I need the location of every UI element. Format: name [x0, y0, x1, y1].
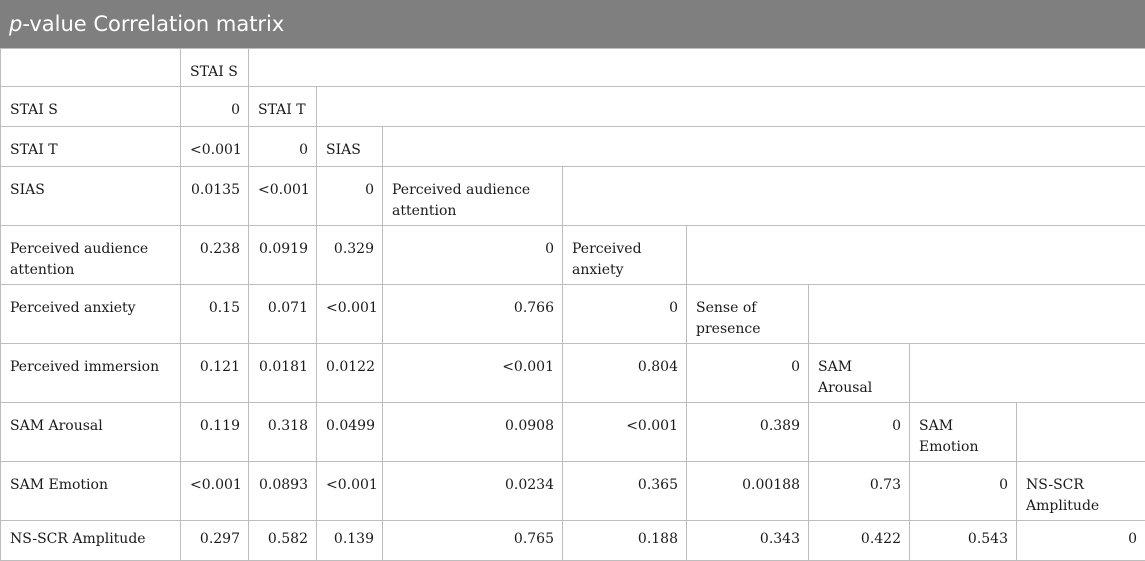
row-label: STAI T: [1, 127, 181, 167]
p-value-cell: 0.422: [809, 521, 910, 561]
p-value-cell: 0.0181: [249, 344, 317, 403]
p-value-cell: <0.001: [181, 462, 249, 521]
p-value-cell: 0: [910, 462, 1017, 521]
table-row: SIAS0.0135<0.0010Perceived audience atte…: [1, 167, 1145, 226]
p-value-cell: 0: [687, 344, 809, 403]
p-value-cell: <0.001: [249, 167, 317, 226]
p-value-cell: 0.071: [249, 285, 317, 344]
p-value-cell: 0: [317, 167, 383, 226]
empty-cell: [249, 49, 1145, 87]
p-value-cell: 0.0893: [249, 462, 317, 521]
table-cell: [1, 49, 181, 87]
p-value-cell: 0.543: [910, 521, 1017, 561]
p-value-cell: 0.188: [563, 521, 687, 561]
p-value-cell: 0.318: [249, 403, 317, 462]
table-row: STAI T<0.0010SIAS: [1, 127, 1145, 167]
p-value-cell: 0.297: [181, 521, 249, 561]
empty-cell: [1017, 403, 1145, 462]
p-value-cell: 0.389: [687, 403, 809, 462]
table-row: STAI S0STAI T: [1, 87, 1145, 127]
diagonal-column-header: SAM Emotion: [910, 403, 1017, 462]
empty-cell: [563, 167, 1145, 226]
p-value-cell: 0: [383, 226, 563, 285]
diagonal-column-header: SAM Arousal: [809, 344, 910, 403]
row-label: Perceived anxiety: [1, 285, 181, 344]
p-value-cell: <0.001: [563, 403, 687, 462]
table-title: p-value Correlation matrix: [0, 0, 1145, 48]
diagonal-column-header: STAI T: [249, 87, 317, 127]
p-value-cell: 0: [563, 285, 687, 344]
p-value-cell: 0.73: [809, 462, 910, 521]
empty-cell: [809, 285, 1145, 344]
p-value-cell: 0: [1017, 521, 1145, 561]
p-value-cell: 0.582: [249, 521, 317, 561]
p-value-cell: 0.766: [383, 285, 563, 344]
p-value-cell: 0.765: [383, 521, 563, 561]
p-value-cell: <0.001: [383, 344, 563, 403]
p-value-cell: 0.329: [317, 226, 383, 285]
row-label: SIAS: [1, 167, 181, 226]
p-value-cell: 0: [181, 87, 249, 127]
row-label: SAM Emotion: [1, 462, 181, 521]
title-italic-p: p: [9, 12, 22, 36]
diagonal-column-header: NS-SCR Amplitude: [1017, 462, 1145, 521]
p-value-cell: <0.001: [181, 127, 249, 167]
p-value-cell: 0.365: [563, 462, 687, 521]
correlation-matrix-table: STAI S STAI S0STAI TSTAI T<0.0010SIASSIA…: [0, 48, 1145, 561]
p-value-cell: 0.121: [181, 344, 249, 403]
p-value-cell: 0.0499: [317, 403, 383, 462]
p-value-cell: <0.001: [317, 285, 383, 344]
p-value-cell: 0.0234: [383, 462, 563, 521]
empty-cell: [910, 344, 1145, 403]
column-header: STAI S: [181, 49, 249, 87]
table-row: SAM Arousal0.1190.3180.04990.0908<0.0010…: [1, 403, 1145, 462]
row-label: STAI S: [1, 87, 181, 127]
diagonal-column-header: SIAS: [317, 127, 383, 167]
p-value-cell: 0.343: [687, 521, 809, 561]
p-value-cell: 0.119: [181, 403, 249, 462]
p-value-cell: 0.15: [181, 285, 249, 344]
table-header-row: STAI S: [1, 49, 1145, 87]
diagonal-column-header: Sense of presence: [687, 285, 809, 344]
p-value-cell: 0.238: [181, 226, 249, 285]
table-row: Perceived immersion0.1210.01810.0122<0.0…: [1, 344, 1145, 403]
table-row: Perceived audience attention0.2380.09190…: [1, 226, 1145, 285]
diagonal-column-header: Perceived audience attention: [383, 167, 563, 226]
empty-cell: [383, 127, 1145, 167]
page: p-value Correlation matrix STAI S STAI S…: [0, 0, 1145, 557]
empty-cell: [687, 226, 1145, 285]
p-value-cell: 0.0122: [317, 344, 383, 403]
p-value-cell: 0: [809, 403, 910, 462]
empty-cell: [317, 87, 1145, 127]
row-label: NS-SCR Amplitude: [1, 521, 181, 561]
p-value-cell: 0.139: [317, 521, 383, 561]
diagonal-column-header: Perceived anxiety: [563, 226, 687, 285]
table-row: NS-SCR Amplitude0.2970.5820.1390.7650.18…: [1, 521, 1145, 561]
row-label: Perceived immersion: [1, 344, 181, 403]
row-label: SAM Arousal: [1, 403, 181, 462]
p-value-cell: 0: [249, 127, 317, 167]
table-row: SAM Emotion<0.0010.0893<0.0010.02340.365…: [1, 462, 1145, 521]
p-value-cell: 0.804: [563, 344, 687, 403]
p-value-cell: 0.0135: [181, 167, 249, 226]
table-row: Perceived anxiety0.150.071<0.0010.7660Se…: [1, 285, 1145, 344]
p-value-cell: 0.00188: [687, 462, 809, 521]
title-text: -value Correlation matrix: [22, 12, 284, 36]
p-value-cell: 0.0919: [249, 226, 317, 285]
p-value-cell: 0.0908: [383, 403, 563, 462]
p-value-cell: <0.001: [317, 462, 383, 521]
row-label: Perceived audience attention: [1, 226, 181, 285]
